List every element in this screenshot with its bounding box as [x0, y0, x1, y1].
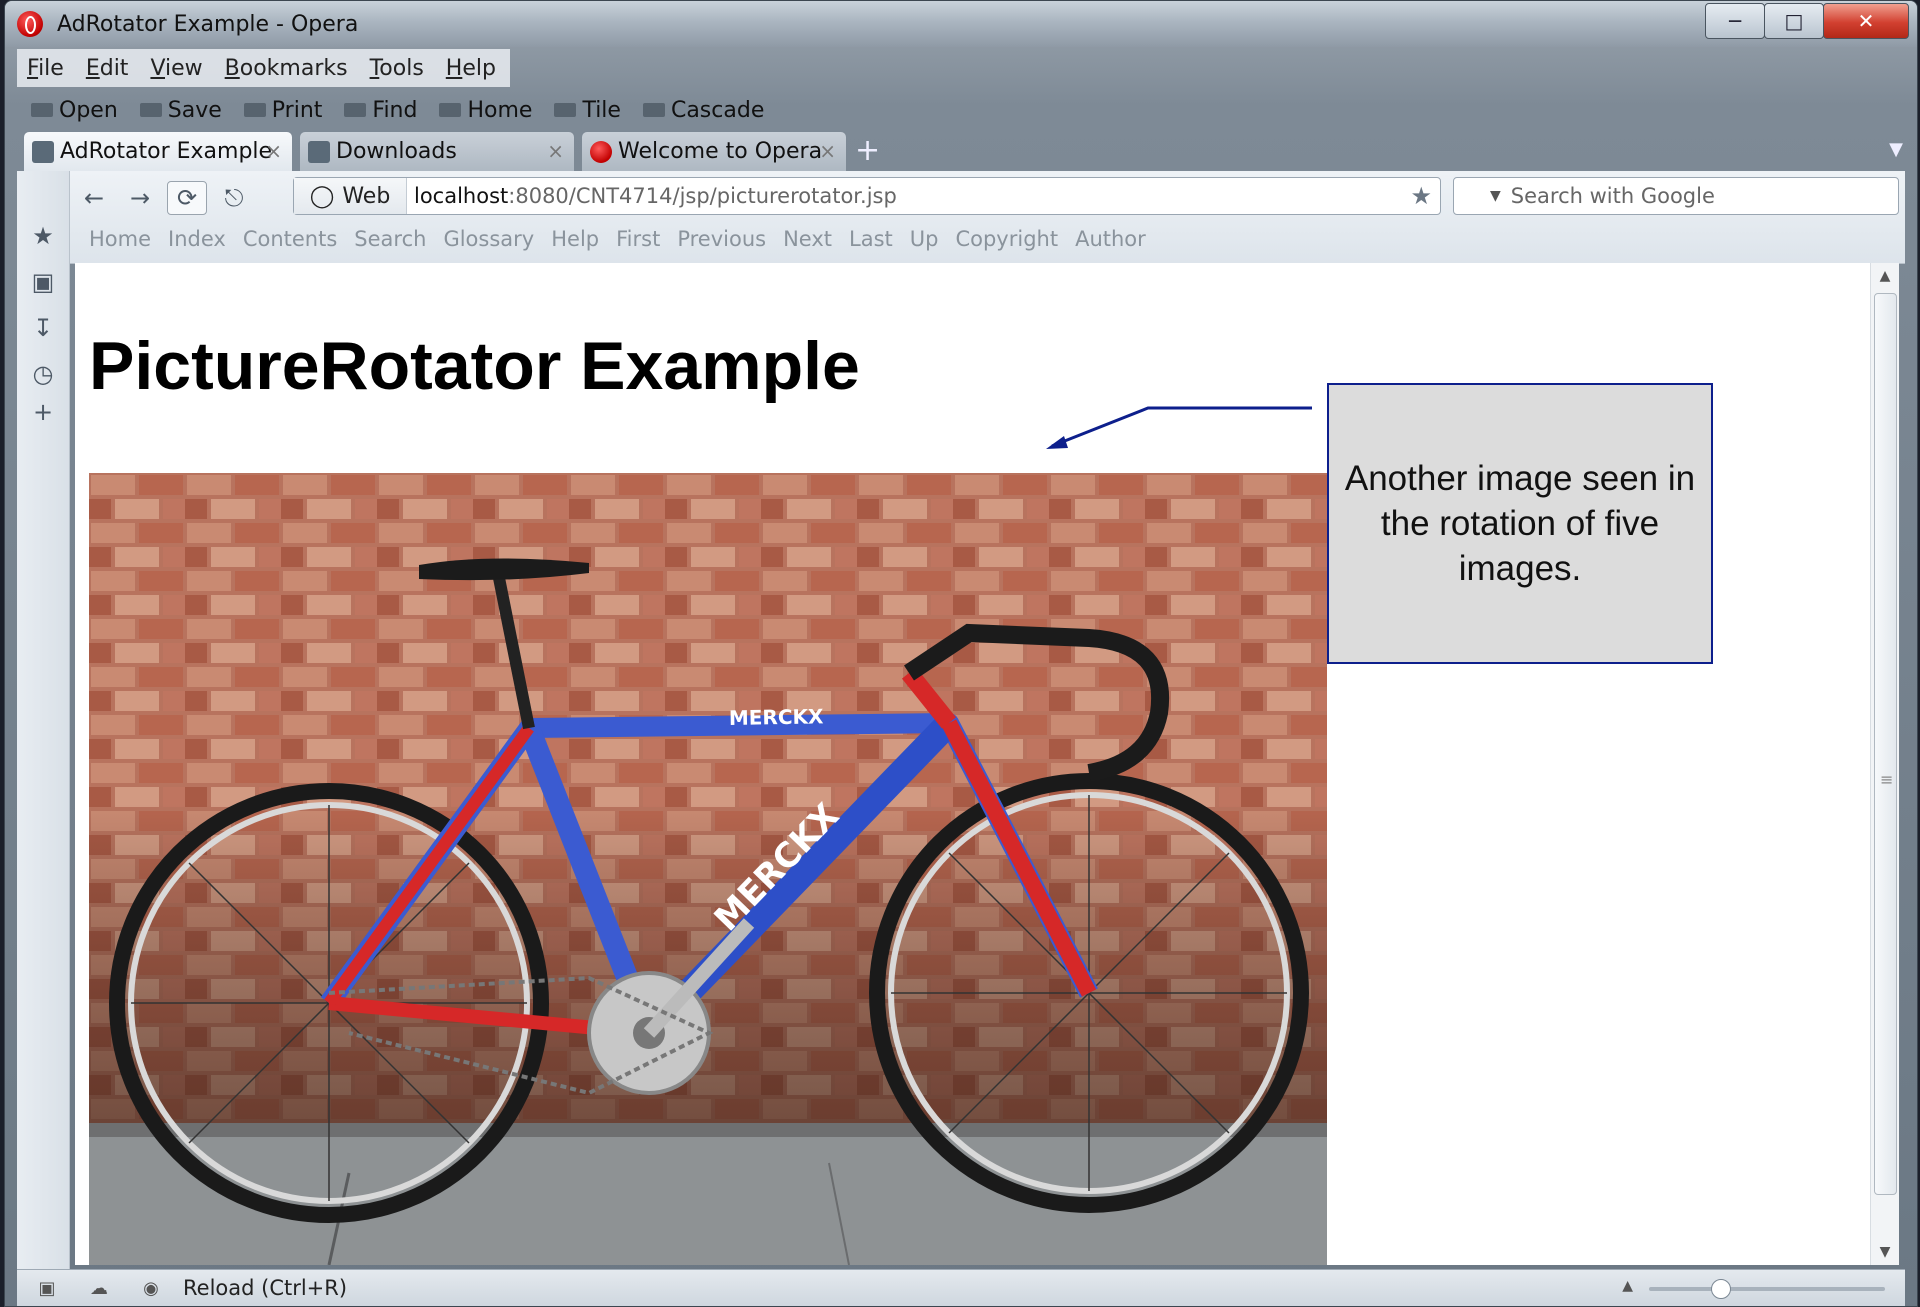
link-previous[interactable]: Previous [677, 227, 766, 251]
tab-label: Downloads [336, 139, 457, 164]
downloads-icon[interactable]: ↧ [30, 314, 56, 342]
navigation-link-bar: Home Index Contents Search Glossary Help… [89, 227, 1163, 251]
vertical-scrollbar[interactable]: ▲ ≡ ▼ [1870, 263, 1899, 1265]
wand-key-icon[interactable]: ⎋ [215, 182, 253, 214]
toolbar: Open Save Print Find Home Tile Cascade [17, 91, 786, 129]
minimize-icon[interactable]: ─ [1705, 3, 1765, 39]
history-clock-icon[interactable]: ◷ [30, 360, 56, 388]
forward-arrow-icon[interactable]: → [121, 182, 159, 214]
bookmarks-star-icon[interactable]: ★ [30, 222, 56, 250]
grip-icon: ≡ [1880, 770, 1894, 789]
notes-icon[interactable]: ▣ [30, 268, 56, 296]
home-icon [439, 103, 462, 117]
status-bar: ▣ ☁ ◉ Reload (Ctrl+R) ▲ [17, 1269, 1905, 1306]
rotated-bicycle-image: MERCKX MERCKX [89, 473, 1327, 1265]
close-tab-icon[interactable]: × [265, 139, 282, 163]
opera-icon [590, 140, 612, 163]
link-up[interactable]: Up [910, 227, 939, 251]
globe-icon: ◯ [309, 183, 335, 209]
downloads-icon [308, 140, 330, 163]
tile-button[interactable]: Tile [554, 98, 621, 123]
tile-icon [554, 103, 577, 117]
home-button[interactable]: Home [439, 98, 532, 123]
link-first[interactable]: First [616, 227, 660, 251]
printer-icon [243, 103, 266, 117]
bookmark-star-icon[interactable]: ★ [1410, 182, 1432, 210]
menu-help[interactable]: Help [446, 56, 496, 81]
zoom-popup-icon[interactable]: ▲ [1622, 1278, 1633, 1294]
scroll-up-arrow-icon[interactable]: ▲ [1871, 263, 1899, 289]
tab-menu-chevron-down-icon[interactable]: ▼ [1889, 139, 1903, 160]
search-engine-dropdown-icon[interactable]: ▼ [1490, 188, 1501, 204]
close-tab-icon[interactable]: × [547, 139, 564, 163]
tab-label: Welcome to Opera [618, 139, 823, 164]
print-button[interactable]: Print [243, 98, 322, 123]
tab-welcome[interactable]: Welcome to Opera × [581, 131, 847, 171]
menu-tools[interactable]: Tools [370, 56, 424, 81]
turbo-icon[interactable]: ◉ [139, 1278, 163, 1299]
open-button[interactable]: Open [31, 98, 118, 123]
link-author[interactable]: Author [1075, 227, 1146, 251]
zoom-slider[interactable] [1649, 1279, 1885, 1299]
annotation-callout: Another image seen in the rotation of fi… [1327, 383, 1713, 664]
search-placeholder: Search with Google [1510, 184, 1715, 208]
page-icon [32, 140, 54, 163]
url-text[interactable]: localhost:8080/CNT4714/jsp/picturerotato… [414, 184, 897, 208]
scroll-down-arrow-icon[interactable]: ▼ [1871, 1239, 1899, 1265]
title-bar[interactable]: AdRotator Example - Opera ─ □ ✕ [5, 1, 1917, 47]
cascade-icon [642, 103, 665, 117]
menu-edit[interactable]: Edit [86, 56, 129, 81]
svg-text:MERCKX: MERCKX [729, 704, 825, 730]
tab-label: AdRotator Example [60, 139, 273, 164]
menu-view[interactable]: View [150, 56, 202, 81]
link-glossary[interactable]: Glossary [443, 227, 534, 251]
menu-bar: File Edit View Bookmarks Tools Help [17, 49, 510, 87]
tab-adrotator[interactable]: AdRotator Example × [23, 131, 293, 171]
address-bar[interactable]: ◯ Web localhost:8080/CNT4714/jsp/picturer… [293, 177, 1441, 215]
close-tab-icon[interactable]: × [819, 139, 836, 163]
link-home[interactable]: Home [89, 227, 151, 251]
magnifier-icon [344, 103, 367, 117]
panel-sidebar: ★ ▣ ↧ ◷ + [17, 171, 70, 1270]
menu-bookmarks[interactable]: Bookmarks [225, 56, 348, 81]
maximize-icon[interactable]: □ [1764, 3, 1824, 39]
search-field[interactable]: ▼ Search with Google [1453, 177, 1899, 215]
reload-icon[interactable]: ⟳ [167, 181, 207, 215]
panel-toggle-icon[interactable]: ▣ [35, 1278, 59, 1299]
window-controls: ─ □ ✕ [1705, 3, 1909, 39]
zoom-slider-knob[interactable] [1710, 1279, 1731, 1299]
menu-file[interactable]: File [27, 56, 64, 81]
link-search[interactable]: Search [354, 227, 426, 251]
save-icon [139, 103, 162, 117]
back-arrow-icon[interactable]: ← [75, 182, 113, 214]
navigation-buttons: ← → ⟳ ⎋ [75, 181, 261, 215]
scroll-thumb[interactable]: ≡ [1874, 293, 1897, 1195]
web-scheme-button[interactable]: ◯ Web [294, 178, 407, 214]
link-help[interactable]: Help [551, 227, 599, 251]
callout-arrow [1046, 406, 1312, 449]
new-tab-icon[interactable]: + [855, 133, 880, 168]
unite-cloud-icon[interactable]: ☁ [87, 1278, 111, 1299]
tab-downloads[interactable]: Downloads × [299, 131, 575, 171]
close-icon[interactable]: ✕ [1823, 3, 1909, 39]
status-text: Reload (Ctrl+R) [183, 1276, 348, 1300]
folder-icon [31, 103, 53, 117]
bicycle-photo-drawing: MERCKX MERCKX [89, 473, 1327, 1265]
cascade-button[interactable]: Cascade [642, 98, 764, 123]
save-button[interactable]: Save [139, 98, 222, 123]
add-panel-icon[interactable]: + [30, 398, 56, 426]
link-contents[interactable]: Contents [243, 227, 337, 251]
page-title: PictureRotator Example [89, 328, 860, 404]
link-last[interactable]: Last [849, 227, 893, 251]
tab-bar: AdRotator Example × Downloads × Welcome … [17, 131, 1917, 171]
window-title: AdRotator Example - Opera [57, 12, 359, 37]
opera-logo-icon[interactable] [17, 11, 43, 37]
link-index[interactable]: Index [168, 227, 226, 251]
link-next[interactable]: Next [783, 227, 832, 251]
find-button[interactable]: Find [344, 98, 417, 123]
link-copyright[interactable]: Copyright [955, 227, 1058, 251]
